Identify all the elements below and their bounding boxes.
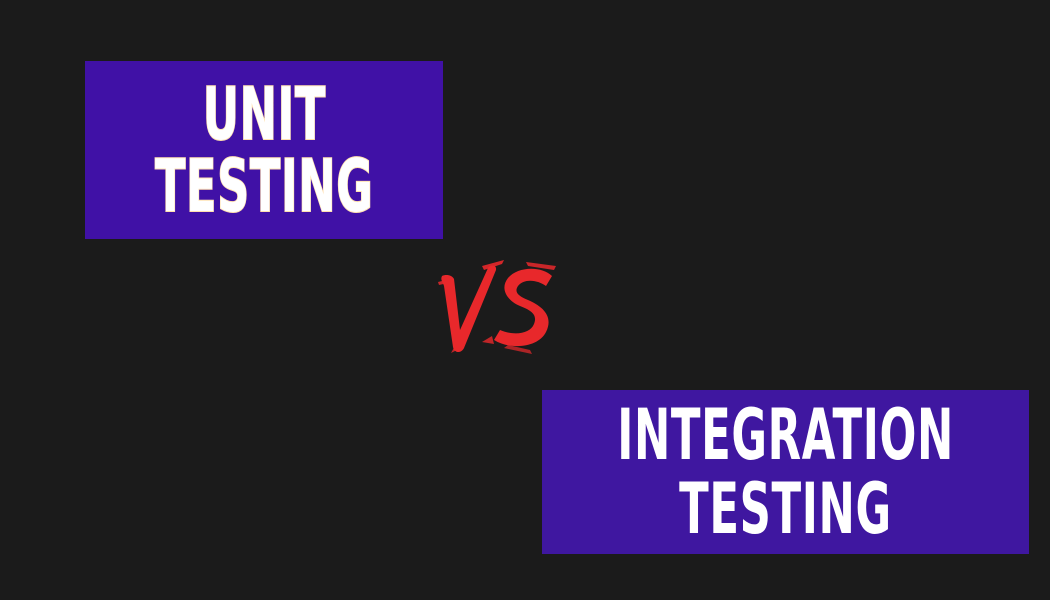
graphic-canvas: UNIT TESTING VS INTEGRATION TESTING: [0, 0, 1050, 600]
vs-letter-s: [494, 268, 552, 347]
integration-testing-box: INTEGRATION TESTING: [542, 390, 1029, 554]
integration-testing-line-2: TESTING: [679, 468, 892, 550]
integration-testing-line-1: INTEGRATION: [617, 394, 954, 476]
unit-testing-line-1: UNIT: [202, 72, 326, 156]
unit-testing-line-2: TESTING: [154, 144, 374, 228]
unit-testing-box: UNIT TESTING: [85, 61, 443, 239]
vs-brush-logo: VS: [438, 260, 556, 354]
